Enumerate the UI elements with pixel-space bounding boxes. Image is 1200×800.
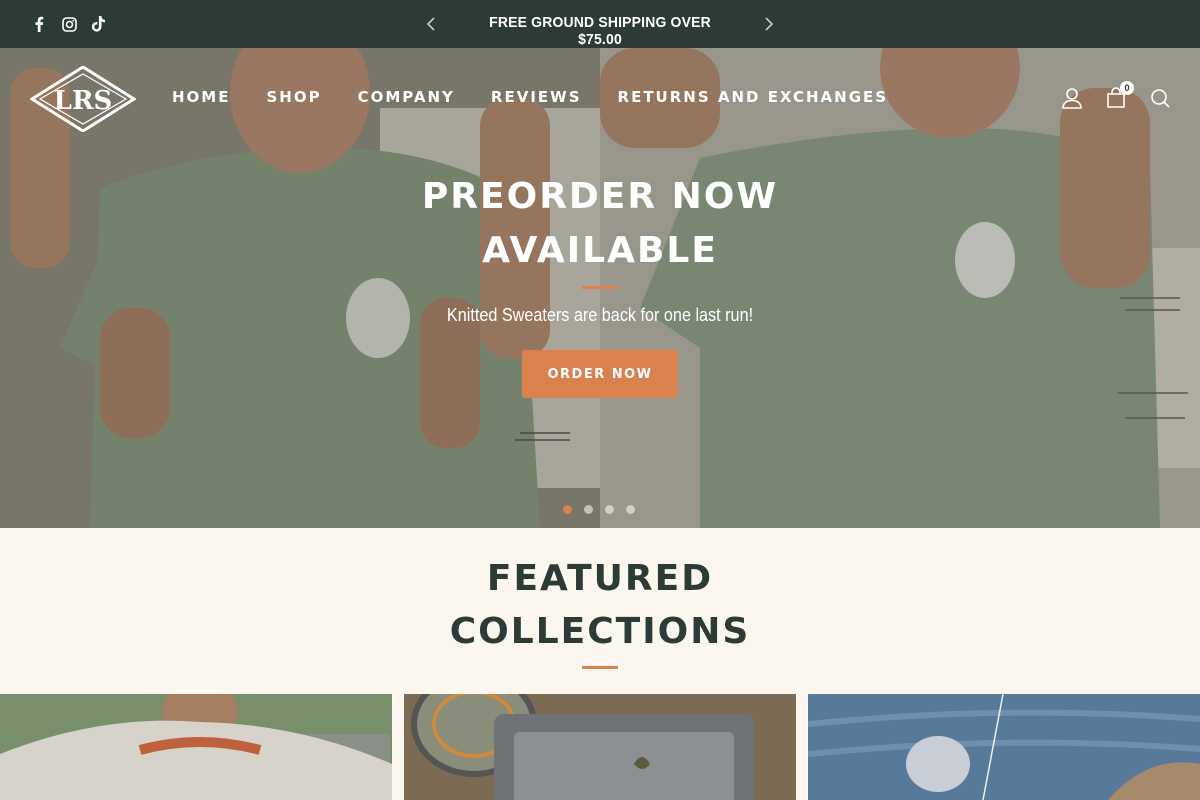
nav-item-returns[interactable]: RETURNS AND EXCHANGES [618,88,889,106]
collection-image-1 [0,694,392,800]
slide-dots [563,505,635,514]
search-icon[interactable] [1148,86,1172,110]
cart-icon[interactable]: 0 [1104,81,1134,110]
order-now-button[interactable]: ORDER NOW [522,350,678,398]
hero-divider [582,286,618,289]
facebook-icon[interactable] [30,14,48,34]
tiktok-icon[interactable] [90,14,108,34]
collection-image-2 [404,694,796,800]
hero-subtitle: Knitted Sweaters are back for one last r… [446,305,754,325]
social-links [30,14,108,34]
collection-image-3 [808,694,1200,800]
hero-title-line2: AVAILABLE [482,230,718,271]
nav-item-home[interactable]: HOME [172,88,230,106]
slide-dot-3[interactable] [605,505,614,514]
hero-title: PREORDER NOW AVAILABLE [300,170,900,278]
slide-dot-4[interactable] [626,505,635,514]
collection-tile-1[interactable] [0,694,392,800]
collection-tile-2[interactable] [404,694,796,800]
collection-tile-3[interactable] [808,694,1200,800]
main-nav: HOME SHOP COMPANY REVIEWS RETURNS AND EX… [172,88,888,106]
logo-text: LRS [54,86,113,116]
cart-count-badge: 0 [1120,81,1134,95]
nav-item-shop[interactable]: SHOP [266,88,321,106]
announcement-next-button[interactable] [757,12,781,36]
featured-collections-heading: FEATURED COLLECTIONS [300,552,900,658]
announcement-text: FREE GROUND SHIPPING OVER $75.00 [489,14,711,48]
hero-title-line1: PREORDER NOW [421,176,779,217]
announcement-prev-button[interactable] [419,12,443,36]
header-icons: 0 [1060,81,1172,110]
logo[interactable]: LRS [29,65,137,133]
slide-dot-1[interactable] [563,505,572,514]
nav-item-reviews[interactable]: REVIEWS [491,88,582,106]
featured-divider [582,666,618,669]
user-icon[interactable] [1060,86,1084,110]
featured-title-line1: FEATURED [486,558,714,599]
instagram-icon[interactable] [60,14,78,34]
nav-item-company[interactable]: COMPANY [358,88,455,106]
featured-title-line2: COLLECTIONS [449,611,751,652]
announcement-bar: FREE GROUND SHIPPING OVER $75.00 [0,0,1200,48]
slide-dot-2[interactable] [584,505,593,514]
